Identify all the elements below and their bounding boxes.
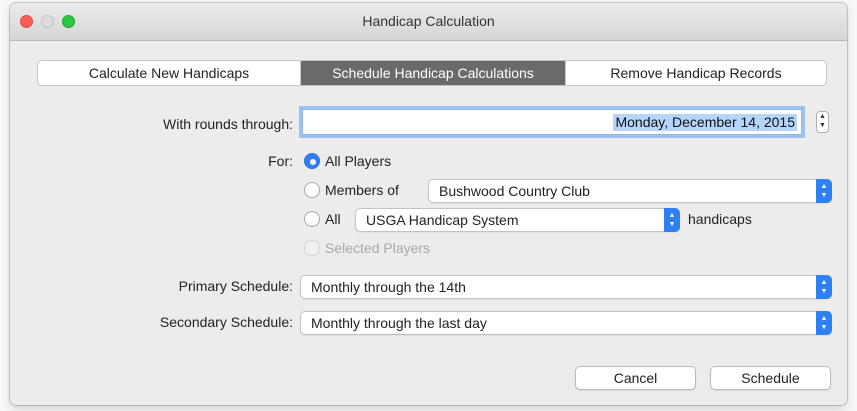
- for-label: For:: [268, 153, 293, 169]
- tab-remove-handicap-records[interactable]: Remove Handicap Records: [566, 61, 826, 85]
- minimize-window-button[interactable]: [41, 15, 54, 28]
- radio-members-of[interactable]: [304, 182, 320, 198]
- rounds-through-date-field[interactable]: Monday, December 14, 2015: [302, 109, 802, 135]
- dialog-window: Handicap Calculation Calculate New Handi…: [10, 3, 847, 405]
- zoom-window-button[interactable]: [62, 15, 75, 28]
- tab-schedule-handicap-calculations[interactable]: Schedule Handicap Calculations: [301, 61, 566, 85]
- club-popup-value: Bushwood Country Club: [439, 183, 590, 199]
- popup-chevron-icon: ▲ ▼: [816, 275, 832, 299]
- handicap-system-popup[interactable]: USGA Handicap System ▲ ▼: [355, 208, 680, 232]
- club-popup[interactable]: Bushwood Country Club ▲ ▼: [428, 179, 832, 203]
- radio-selected-players: [304, 240, 320, 256]
- title-bar: Handicap Calculation: [10, 3, 847, 41]
- primary-schedule-label: Primary Schedule:: [178, 278, 293, 294]
- popup-chevron-icon: ▲ ▼: [816, 311, 832, 335]
- all-players-label[interactable]: All Players: [325, 153, 391, 169]
- rounds-through-label: With rounds through:: [163, 116, 293, 132]
- secondary-schedule-label: Secondary Schedule:: [159, 314, 293, 330]
- popup-chevron-icon: ▲ ▼: [664, 208, 680, 232]
- radio-all-players[interactable]: [304, 153, 320, 169]
- all-label[interactable]: All: [325, 211, 341, 227]
- tab-calculate-new-handicaps[interactable]: Calculate New Handicaps: [38, 61, 301, 85]
- date-stepper[interactable]: ▲ ▼: [816, 111, 829, 133]
- stepper-up-icon[interactable]: ▲: [817, 112, 828, 121]
- window-title: Handicap Calculation: [362, 13, 495, 29]
- cancel-button[interactable]: Cancel: [575, 366, 696, 390]
- secondary-schedule-value: Monthly through the last day: [311, 315, 487, 331]
- secondary-schedule-popup[interactable]: Monthly through the last day ▲ ▼: [300, 311, 832, 335]
- schedule-button[interactable]: Schedule: [710, 366, 831, 390]
- members-of-label[interactable]: Members of: [325, 182, 399, 198]
- tab-segmented-control: Calculate New Handicaps Schedule Handica…: [37, 60, 827, 86]
- close-window-button[interactable]: [20, 15, 33, 28]
- popup-chevron-icon: ▲ ▼: [816, 179, 832, 203]
- radio-all-system[interactable]: [304, 211, 320, 227]
- primary-schedule-popup[interactable]: Monthly through the 14th ▲ ▼: [300, 275, 832, 299]
- stepper-down-icon[interactable]: ▼: [817, 121, 828, 130]
- primary-schedule-value: Monthly through the 14th: [311, 279, 466, 295]
- selected-players-label: Selected Players: [325, 240, 431, 256]
- handicap-system-value: USGA Handicap System: [366, 212, 519, 228]
- handicaps-label: handicaps: [688, 211, 752, 227]
- rounds-through-date-value: Monday, December 14, 2015: [613, 114, 797, 131]
